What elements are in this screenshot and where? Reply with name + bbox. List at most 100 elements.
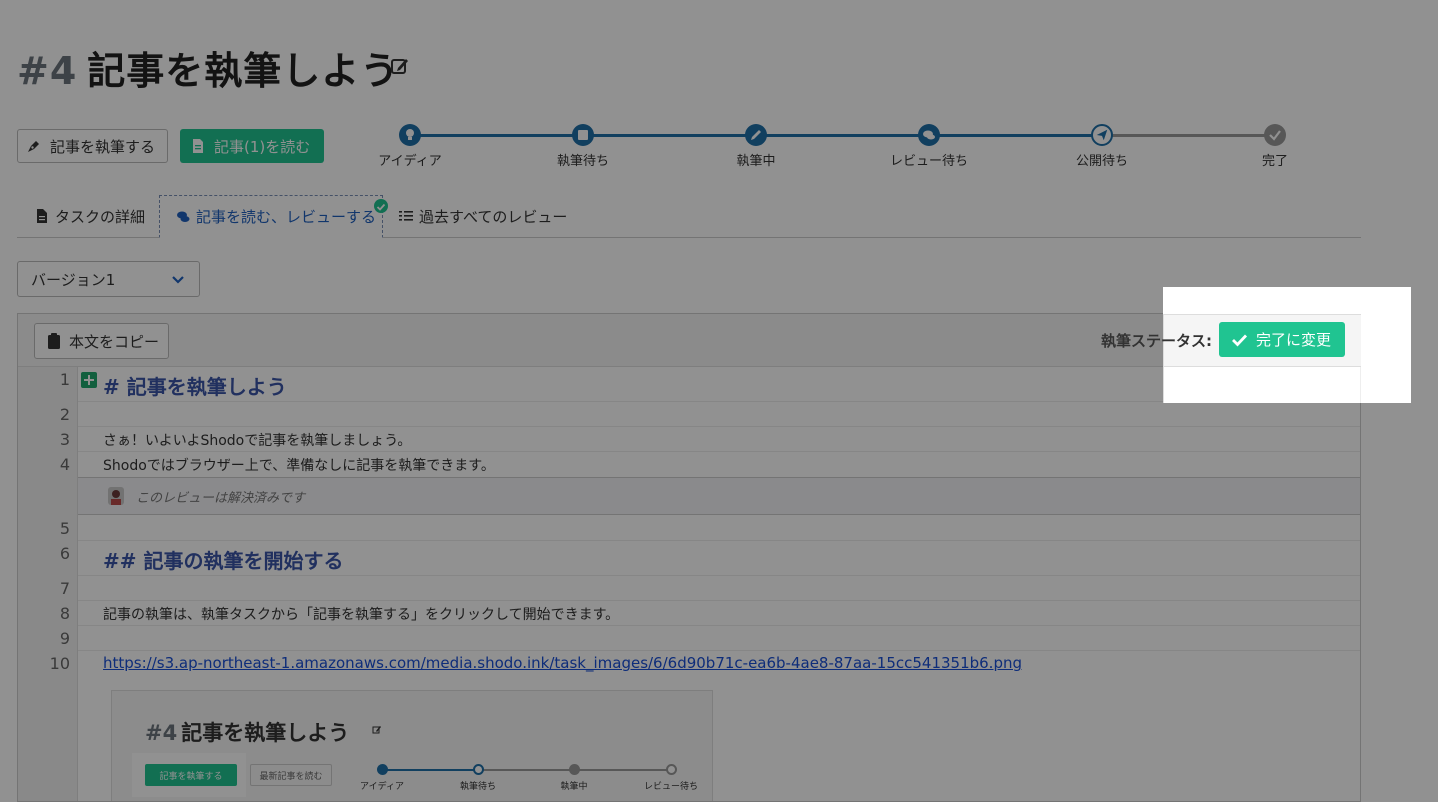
resolved-review-band[interactable]: このレビューは解決済みです bbox=[78, 477, 1360, 515]
embedded-step-label: 執筆待ち bbox=[459, 782, 496, 792]
chevron-down-icon bbox=[172, 276, 184, 284]
embedded-title: #4 記事を執筆しよう bbox=[145, 717, 349, 747]
line-6-heading: ## 記事の執筆を開始する bbox=[103, 549, 344, 573]
line-number: 5 bbox=[59, 519, 70, 538]
line-3-text: さぁ！いよいよShodoで記事を執筆しましょう。 bbox=[103, 433, 412, 449]
progress-segment bbox=[1102, 134, 1275, 137]
step-writing-node bbox=[745, 124, 767, 146]
embedded-task-title: 記事を執筆しよう bbox=[181, 721, 350, 745]
progress-segment bbox=[410, 134, 583, 137]
pen-nib-icon bbox=[28, 141, 39, 152]
step-label-review: レビュー待ち bbox=[889, 154, 968, 169]
step-label-done: 完了 bbox=[1261, 154, 1288, 169]
read-article-label: 記事(1)を読む bbox=[214, 137, 311, 156]
resolved-review-text: このレビューは解決済みです bbox=[136, 491, 306, 506]
image-link[interactable]: https://s3.ap-northeast-1.amazonaws.com/… bbox=[103, 654, 1022, 672]
file-icon bbox=[37, 209, 47, 223]
check-icon bbox=[1269, 130, 1281, 141]
embedded-step-label: アイディア bbox=[360, 782, 404, 792]
sticky-note-icon bbox=[578, 130, 588, 140]
step-label-idea: アイディア bbox=[378, 154, 442, 169]
write-article-label: 記事を執筆する bbox=[50, 137, 156, 156]
resolved-check-icon bbox=[374, 199, 388, 213]
spotlight-editor-body bbox=[1163, 367, 1361, 403]
step-done-node bbox=[1264, 124, 1286, 146]
line-number: 2 bbox=[59, 405, 70, 424]
paper-plane-icon bbox=[1096, 129, 1108, 141]
line-8-text: 記事の執筆は、執筆タスクから「記事を執筆する」をクリックして開始できます。 bbox=[103, 607, 620, 623]
edit-icon bbox=[372, 726, 381, 734]
embedded-step-label: レビュー待ち bbox=[643, 782, 698, 792]
line-number: 8 bbox=[59, 604, 70, 623]
embedded-step-label: 執筆中 bbox=[560, 782, 588, 792]
step-label-writing: 執筆中 bbox=[736, 154, 776, 169]
embedded-write-button: 記事を執筆する bbox=[145, 764, 237, 786]
line-number: 10 bbox=[49, 654, 70, 673]
line-number: 6 bbox=[59, 544, 70, 563]
add-comment-icon[interactable] bbox=[81, 372, 97, 388]
page-title: #4 記事を執筆しよう bbox=[17, 40, 399, 95]
progress-segment bbox=[583, 134, 756, 137]
read-article-button[interactable]: 記事(1)を読む bbox=[180, 129, 324, 163]
row-divider bbox=[78, 426, 1360, 427]
pencil-icon bbox=[751, 130, 761, 140]
mark-complete-label: 完了に変更 bbox=[1256, 331, 1332, 349]
status-progress: アイディア 執筆待ち 執筆中 レビュー待ち 公開待ち 完了 bbox=[378, 120, 1300, 180]
line-number: 4 bbox=[59, 455, 70, 474]
clipboard-icon bbox=[48, 333, 60, 349]
write-article-button[interactable]: 記事を執筆する bbox=[17, 129, 168, 163]
progress-segment bbox=[756, 134, 929, 137]
mark-complete-button[interactable]: 完了に変更 bbox=[1219, 322, 1345, 357]
copy-body-button[interactable]: 本文をコピー bbox=[34, 323, 169, 359]
tab-past-reviews-label: 過去すべてのレビュー bbox=[419, 207, 568, 226]
embedded-node bbox=[377, 764, 388, 775]
row-divider bbox=[78, 540, 1360, 541]
check-icon bbox=[1232, 334, 1248, 347]
embedded-node bbox=[666, 764, 677, 775]
line-1-heading: # 記事を執筆しよう bbox=[103, 375, 287, 399]
line-number: 3 bbox=[59, 430, 70, 449]
comments-icon bbox=[923, 130, 935, 140]
row-divider bbox=[78, 575, 1360, 576]
task-page: #4 記事を執筆しよう 記事を執筆する 記事(1)を読む アイディア 執筆待ち … bbox=[0, 0, 1438, 802]
step-label-waiting: 執筆待ち bbox=[556, 154, 609, 169]
line-number: 7 bbox=[59, 579, 70, 598]
row-divider bbox=[78, 600, 1360, 601]
embedded-task-number: #4 bbox=[145, 721, 178, 745]
reviewer-avatar bbox=[108, 487, 124, 505]
list-check-icon bbox=[399, 211, 413, 221]
row-divider bbox=[78, 451, 1360, 452]
embedded-progress-segment bbox=[479, 769, 574, 771]
tab-task-detail[interactable]: タスクの詳細 bbox=[17, 195, 159, 237]
tab-task-detail-label: タスクの詳細 bbox=[55, 207, 146, 226]
writing-status-label: 執筆ステータス: bbox=[1101, 332, 1212, 350]
version-select[interactable]: バージョン1 bbox=[17, 261, 200, 297]
line-number: 9 bbox=[59, 629, 70, 648]
step-publish-node bbox=[1091, 124, 1113, 146]
step-review-node bbox=[918, 124, 940, 146]
edit-title-icon[interactable] bbox=[390, 56, 410, 76]
progress-segment bbox=[929, 134, 1102, 137]
embedded-latest-button: 最新記事を読む bbox=[250, 764, 332, 786]
comments-icon bbox=[177, 211, 190, 222]
row-divider bbox=[78, 650, 1360, 651]
tab-past-reviews[interactable]: 過去すべてのレビュー bbox=[399, 195, 599, 237]
embedded-node bbox=[569, 764, 580, 775]
row-divider bbox=[78, 625, 1360, 626]
copy-body-label: 本文をコピー bbox=[69, 332, 160, 351]
embedded-progress: アイディア 執筆待ち 執筆中 レビュー待ち bbox=[352, 763, 712, 793]
version-select-value: バージョン1 bbox=[31, 270, 116, 289]
file-text-icon bbox=[193, 139, 203, 153]
article-editor: 本文をコピー 1 2 3 4 5 6 7 8 9 10 # 記事を執筆しよう さ… bbox=[17, 313, 1361, 802]
embedded-progress-segment bbox=[382, 769, 479, 771]
task-title: 記事を執筆しよう bbox=[87, 49, 400, 93]
line-4-text: Shodoではブラウザー上で、準備なしに記事を執筆できます。 bbox=[103, 458, 495, 474]
step-label-publish: 公開待ち bbox=[1075, 154, 1128, 169]
embedded-screenshot: #4 記事を執筆しよう 記事を執筆する 最新記事を読む アイディア 執筆待ち 執筆… bbox=[111, 690, 713, 801]
tab-read-review[interactable]: 記事を読む、レビューする bbox=[159, 195, 383, 238]
lightbulb-icon bbox=[406, 129, 414, 140]
step-waiting-node bbox=[572, 124, 594, 146]
task-tabs: タスクの詳細 記事を読む、レビューする 過去すべてのレビュー bbox=[17, 195, 1361, 238]
task-number: #4 bbox=[17, 49, 78, 93]
line-number-gutter: 1 2 3 4 5 6 7 8 9 10 bbox=[18, 367, 78, 801]
